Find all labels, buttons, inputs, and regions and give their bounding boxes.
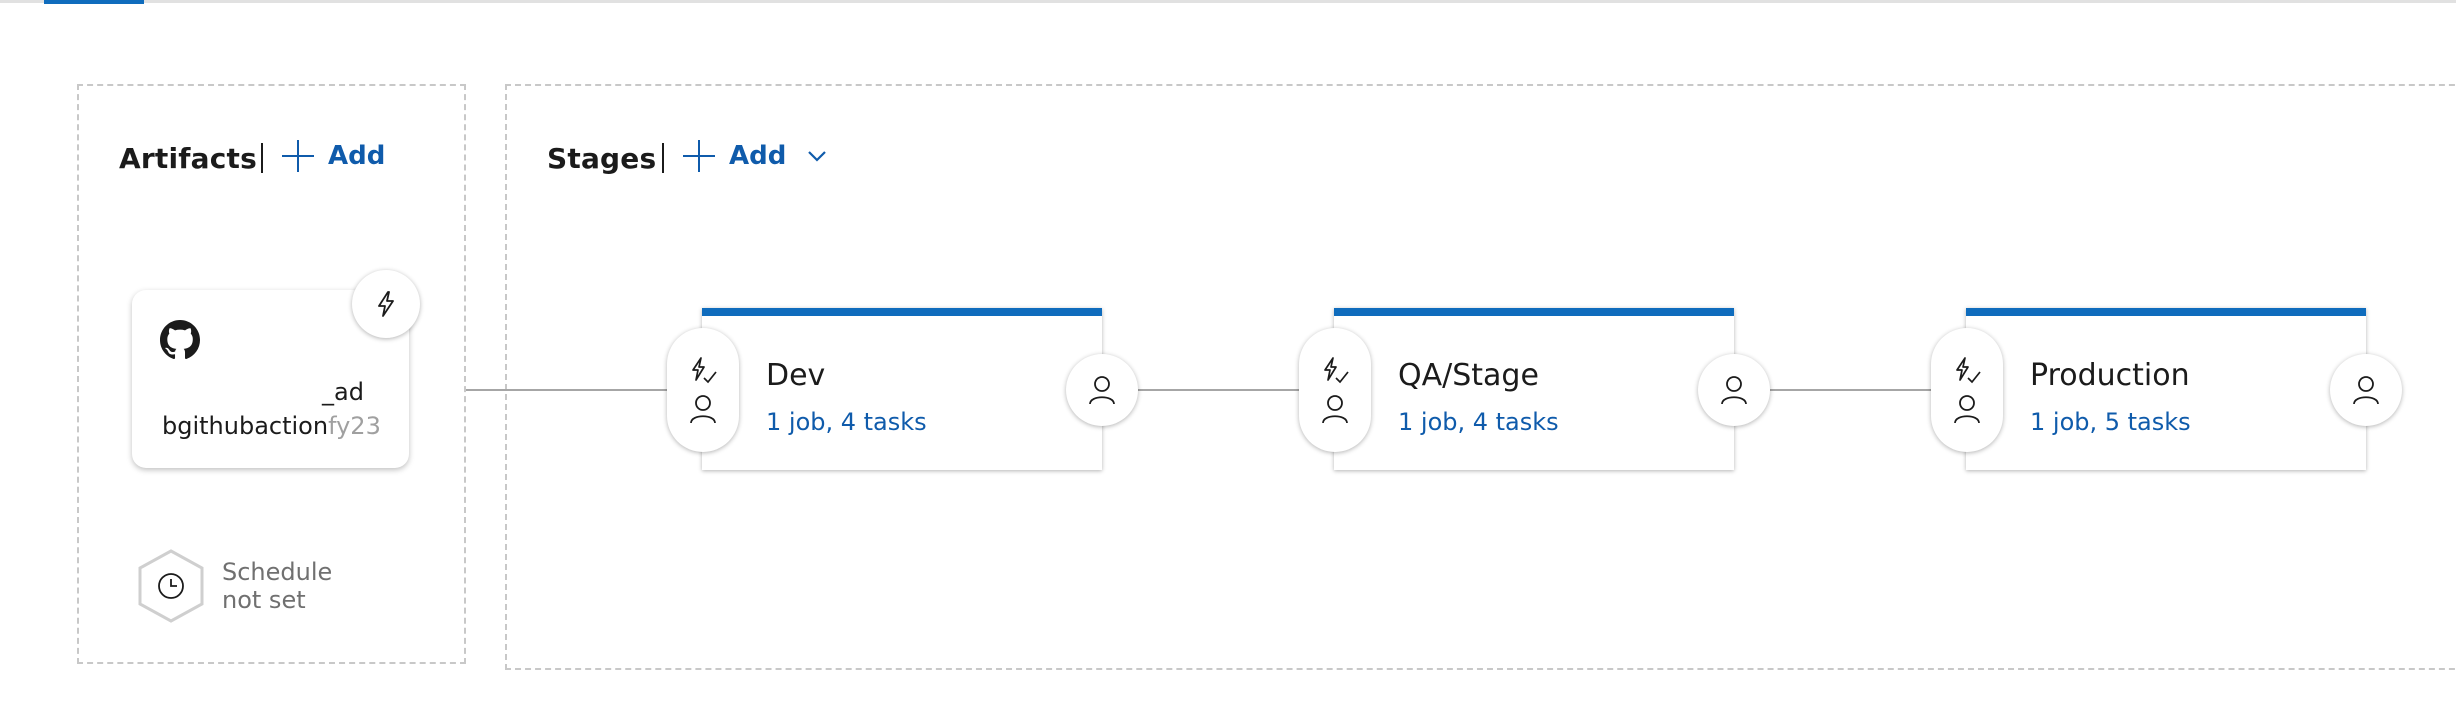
stage-tasks-link[interactable]: 1 job, 5 tasks [2030,408,2191,436]
person-icon [1720,375,1748,405]
artifact-name-line2: bgithubactionfy23 [162,412,380,440]
stage-name: Dev [766,358,826,393]
pre-deployment-conditions-qa[interactable] [1299,328,1371,452]
stage-tasks-link[interactable]: 1 job, 4 tasks [1398,408,1559,436]
schedule-status-line1: Schedule [222,558,333,586]
artifact-to-dev-connector [466,389,670,391]
artifacts-title: Artifacts [119,142,257,175]
artifacts-separator [261,143,263,173]
plus-icon [683,140,715,172]
qa-to-production-connector [1770,389,1934,391]
stage-name: QA/Stage [1398,358,1539,393]
add-artifact-button[interactable]: Add [282,140,385,172]
lightning-person-icon [1951,356,1983,386]
github-icon [160,320,200,360]
lightning-person-icon [1319,356,1351,386]
person-icon [1088,375,1116,405]
stage-name: Production [2030,358,2190,393]
add-stage-button[interactable]: Add [683,140,828,172]
post-deployment-conditions-production[interactable] [2330,354,2402,426]
artifact-name-obscured [162,378,322,406]
stage-tasks-link[interactable]: 1 job, 4 tasks [766,408,927,436]
post-deployment-conditions-qa[interactable] [1698,354,1770,426]
stage-card-production[interactable]: Production 1 job, 5 tasks [1966,308,2366,470]
pre-deployment-conditions-production[interactable] [1931,328,2003,452]
schedule-status-line2: not set [222,586,306,614]
stages-separator [662,143,664,173]
artifact-name-line1: _ad [162,378,364,406]
add-stage-label: Add [729,141,787,171]
lightning-icon [371,289,401,319]
pre-deployment-conditions-dev[interactable] [667,328,739,452]
active-tab-indicator [44,0,144,4]
post-deployment-conditions-dev[interactable] [1066,354,1138,426]
lightning-person-icon [687,356,719,386]
artifact-name-suffix: _ad [322,378,364,406]
chevron-down-icon [806,145,828,167]
artifact-name-main: bgithubaction [162,412,329,440]
person-icon [689,394,717,424]
artifact-trigger-button[interactable] [352,270,420,338]
schedule-status: Schedule not set [222,558,332,614]
stage-card-dev[interactable]: Dev 1 job, 4 tasks [702,308,1102,470]
person-icon [2352,375,2380,405]
person-icon [1321,394,1349,424]
stages-title: Stages [547,142,657,175]
artifact-name-faded: fy23 [328,412,380,440]
top-divider [0,0,2456,3]
person-icon [1953,394,1981,424]
schedule-button[interactable] [136,548,206,624]
stage-card-qa[interactable]: QA/Stage 1 job, 4 tasks [1334,308,1734,470]
add-artifact-label: Add [328,141,386,171]
plus-icon [282,140,314,172]
dev-to-qa-connector [1138,389,1302,391]
